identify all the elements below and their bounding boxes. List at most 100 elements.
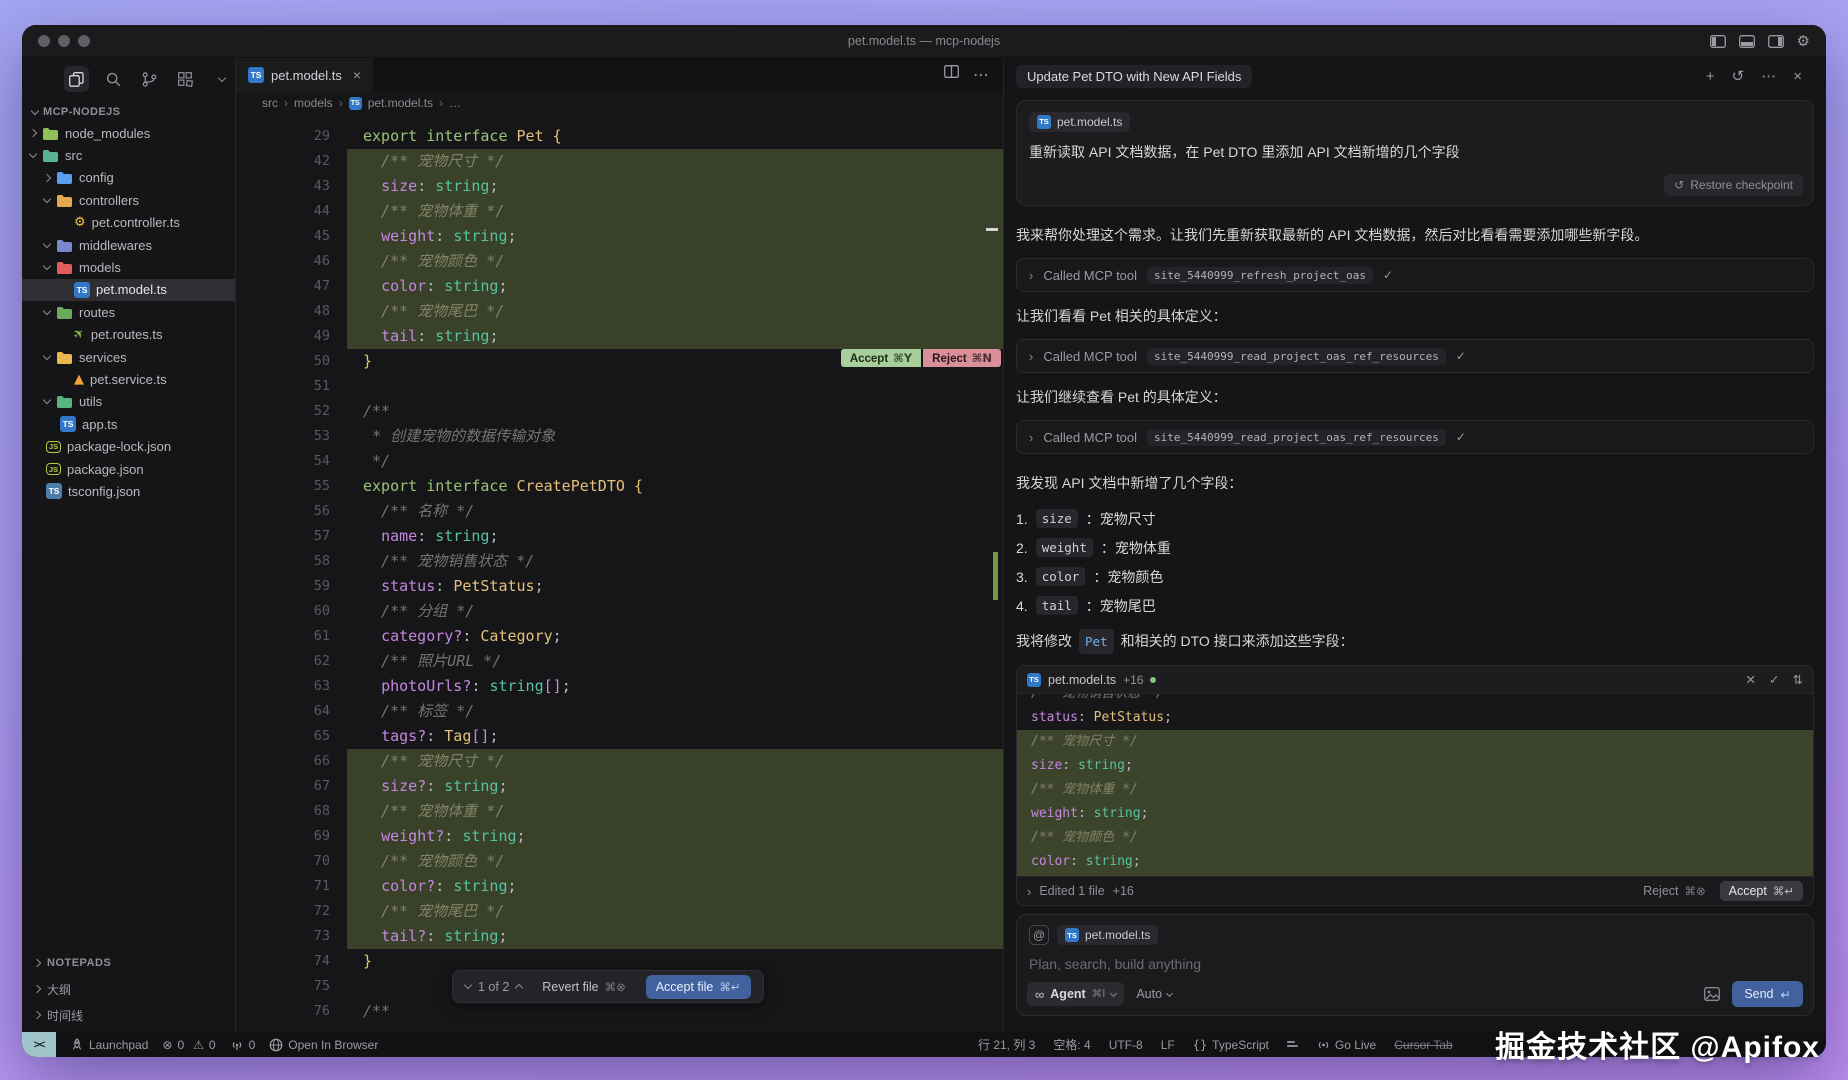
tree-item-src[interactable]: src [22, 144, 235, 166]
toggle-bottom-panel-icon[interactable] [1739, 35, 1755, 48]
close-window-icon[interactable] [38, 35, 50, 47]
finding-item: 2.weight：宠物体重 [1016, 533, 1814, 562]
open-in-browser-button[interactable]: Open In Browser [269, 1038, 378, 1052]
toggle-left-panel-icon[interactable] [1710, 35, 1726, 48]
add-context-button[interactable]: @ [1029, 925, 1049, 945]
indentation-indicator[interactable]: 空格: 4 [1053, 1036, 1090, 1053]
tool-name-chip: site_5440999_read_project_oas_ref_resour… [1147, 348, 1446, 365]
expand-icon[interactable]: ⇅ [1793, 672, 1803, 687]
reject-edit-button[interactable]: Reject⌘⊗ [1643, 884, 1706, 898]
mcp-tool-call[interactable]: › Called MCP tool site_5440999_read_proj… [1016, 339, 1814, 373]
line-col-indicator[interactable]: 行 21, 列 3 [978, 1036, 1035, 1053]
minimize-window-icon[interactable] [58, 35, 70, 47]
tree-item-routes[interactable]: routes [22, 301, 235, 323]
encoding-indicator[interactable]: UTF-8 [1109, 1038, 1143, 1052]
titlebar: pet.model.ts — mcp-nodejs ⚙ [22, 25, 1826, 58]
folder-icon [56, 395, 73, 408]
folder-icon [56, 351, 73, 364]
tree-item-package.json[interactable]: JSpackage.json [22, 458, 235, 480]
code-line-61: 61 category?: Category; [236, 624, 1003, 649]
tree-item-pet.controller.ts[interactable]: ⚙pet.controller.ts [22, 212, 235, 234]
search-icon[interactable] [100, 66, 125, 92]
finding-code-chip: weight [1036, 538, 1093, 557]
chat-thread[interactable]: TS pet.model.ts 重新读取 API 文档数据，在 Pet DTO … [1004, 94, 1826, 1032]
context-file-chip[interactable]: TS pet.model.ts [1057, 925, 1158, 945]
more-actions-icon[interactable]: ⋯ [973, 65, 989, 85]
history-icon[interactable]: ↺ [1732, 67, 1745, 85]
chat-title[interactable]: Update Pet DTO with New API Fields [1016, 65, 1252, 88]
tree-item-services[interactable]: services [22, 346, 235, 368]
traffic-lights[interactable] [38, 35, 90, 47]
controller-gear-icon: ⚙ [74, 216, 86, 229]
accept-file-button[interactable]: Accept file⌘↵ [646, 975, 751, 999]
diff-code-preview[interactable]: /** 宠物销售状态 */status: PetStatus;/** 宠物尺寸 … [1017, 694, 1813, 876]
json-file-icon: JS [46, 441, 61, 453]
close-panel-icon[interactable]: × [1793, 68, 1802, 85]
cursor-tab-indicator[interactable]: Cursor Tab [1394, 1038, 1452, 1052]
problems-indicator[interactable]: ⊗0 ⚠0 [162, 1038, 215, 1052]
source-control-icon[interactable] [137, 66, 162, 92]
zoom-window-icon[interactable] [78, 35, 90, 47]
launchpad-button[interactable]: Launchpad [70, 1038, 148, 1052]
tree-item-app.ts[interactable]: TSapp.ts [22, 413, 235, 435]
restore-checkpoint-button[interactable]: ↺Restore checkpoint [1664, 174, 1803, 196]
mode-selector[interactable]: ∞ Agent ⌘I [1027, 982, 1124, 1006]
more-options-icon[interactable]: ⋯ [1761, 67, 1776, 85]
tree-item-package-lock.json[interactable]: JSpackage-lock.json [22, 435, 235, 457]
project-root[interactable]: MCP-NODEJS [22, 98, 235, 122]
mcp-tool-call[interactable]: › Called MCP tool site_5440999_refresh_p… [1016, 258, 1814, 292]
section-timeline[interactable]: 时间线 [22, 1002, 235, 1028]
context-file-chip[interactable]: TS pet.model.ts [1029, 112, 1130, 132]
mcp-tool-call[interactable]: › Called MCP tool site_5440999_read_proj… [1016, 420, 1814, 454]
reject-all-icon[interactable]: ✕ [1746, 672, 1756, 687]
accept-diff-button[interactable]: Accept⌘Y [841, 349, 921, 367]
reject-diff-button[interactable]: Reject⌘N [923, 349, 1001, 367]
model-selector[interactable]: Auto [1136, 987, 1172, 1001]
close-tab-icon[interactable]: × [353, 67, 361, 83]
accept-edit-button[interactable]: Accept⌘↵ [1720, 881, 1803, 901]
tree-item-node_modules[interactable]: node_modules [22, 122, 235, 144]
ports-indicator[interactable]: 0 [230, 1038, 256, 1052]
tree-item-middlewares[interactable]: middlewares [22, 234, 235, 256]
split-editor-icon[interactable] [944, 65, 959, 85]
chat-input-card[interactable]: @ TS pet.model.ts Plan, search, build an… [1016, 914, 1814, 1016]
send-button[interactable]: Send↵ [1732, 981, 1803, 1007]
tree-item-label: pet.routes.ts [91, 327, 163, 342]
language-indicator[interactable]: {}TypeScript [1193, 1038, 1269, 1052]
code-text: */ [347, 449, 1003, 474]
explorer-icon[interactable] [64, 66, 89, 92]
diff-card-header[interactable]: TS pet.model.ts +16 ✕ ✓ ⇅ [1017, 666, 1813, 694]
eol-indicator[interactable]: LF [1161, 1038, 1175, 1052]
settings-gear-icon[interactable]: ⚙ [1797, 32, 1810, 50]
chat-input[interactable]: Plan, search, build anything [1029, 956, 1801, 972]
tree-item-controllers[interactable]: controllers [22, 189, 235, 211]
chevron-down-icon[interactable] [210, 66, 235, 92]
attach-image-icon[interactable] [1704, 987, 1720, 1001]
tab-pet-model[interactable]: TS pet.model.ts × [236, 58, 374, 92]
prev-change-icon[interactable] [464, 981, 472, 989]
tree-item-pet.model.ts[interactable]: TSpet.model.ts [22, 279, 235, 301]
tree-item-utils[interactable]: utils [22, 391, 235, 413]
prettier-icon[interactable] [1287, 1040, 1299, 1050]
next-change-icon[interactable] [515, 984, 523, 992]
tree-item-pet.service.ts[interactable]: ▲pet.service.ts [22, 368, 235, 390]
tree-item-pet.routes.ts[interactable]: ✈pet.routes.ts [22, 324, 235, 346]
line-number: 53 [236, 424, 330, 449]
tree-item-models[interactable]: models [22, 256, 235, 278]
code-line-71: 71 color?: string; [236, 874, 1003, 899]
new-chat-icon[interactable]: + [1706, 68, 1715, 85]
accept-all-icon[interactable]: ✓ [1769, 672, 1779, 687]
code-text: /** 宠物颜色 */ [347, 249, 1003, 274]
revert-file-button[interactable]: Revert file⌘⊗ [542, 980, 625, 994]
section-notepads[interactable]: NOTEPADS [22, 950, 235, 976]
section-outline[interactable]: 大纲 [22, 976, 235, 1002]
code-text: status: PetStatus; [347, 574, 1003, 599]
toggle-right-panel-icon[interactable] [1768, 35, 1784, 48]
tree-item-config[interactable]: config [22, 167, 235, 189]
extensions-icon[interactable] [173, 66, 198, 92]
remote-indicator-icon[interactable]: >< [22, 1032, 56, 1057]
tree-item-tsconfig.json[interactable]: TStsconfig.json [22, 480, 235, 502]
breadcrumb[interactable]: src› models› TS pet.model.ts› … [236, 92, 1003, 114]
code-editor[interactable]: 29export interface Pet {42 /** 宠物尺寸 */43… [236, 114, 1003, 1032]
go-live-button[interactable]: Go Live [1317, 1038, 1376, 1052]
